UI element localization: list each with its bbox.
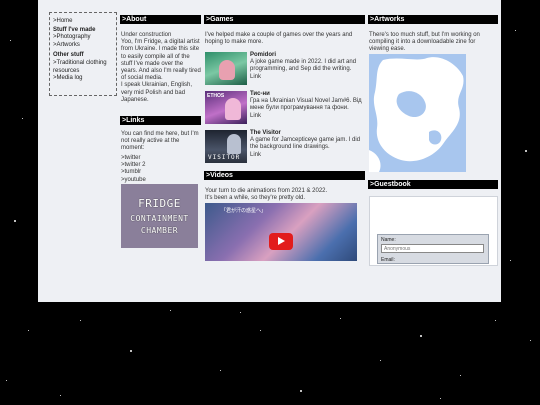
game-visitor-desc: A game for Jamсерticeye game jam. I did … xyxy=(250,137,361,151)
youtube-link[interactable]: >youtube xyxy=(121,177,201,184)
badge-line-2: CONTAINMENT xyxy=(130,214,189,223)
game2-title: Тис-ни xyxy=(250,91,270,97)
links-intro: You can find me here, but I'm not really… xyxy=(121,131,199,152)
nav-artworks-link[interactable]: >Artworks xyxy=(53,42,114,50)
artworks-header: >Artworks xyxy=(368,15,498,24)
videos-line-2: It's been a while, so they're pretty old… xyxy=(205,195,306,202)
fridge-containment-badge[interactable]: FRIDGE CONTAINMENT CHAMBER xyxy=(121,184,198,248)
nav-home-link[interactable]: >Home xyxy=(53,18,114,26)
game-pomidori-desc: A joke game made in 2022. I did art and … xyxy=(250,59,357,73)
game2-thumb-text: ETHOS xyxy=(207,93,225,99)
game-pomidori: Pomidori A joke game made in 2022. I did… xyxy=(250,52,362,81)
nav-photography-link[interactable]: >Photography xyxy=(53,34,114,42)
game-pomidori-link[interactable]: Link xyxy=(250,74,362,81)
name-input[interactable] xyxy=(381,244,484,253)
game2-thumbnail[interactable]: ETHOS xyxy=(205,91,247,124)
badge-line-3: CHAMBER xyxy=(140,226,179,235)
video-title: 「君が汗の惑星へ」 xyxy=(221,208,267,214)
guestbook-form: Name: Email: xyxy=(377,234,489,264)
about-text: Under construction Yoo, I'm Fridge, a di… xyxy=(121,32,201,103)
artworks-map-image[interactable] xyxy=(369,54,466,172)
name-label: Name: xyxy=(381,237,396,243)
game-visitor: The Visitor A game for Jamсерticeye game… xyxy=(250,130,362,159)
nav-clothing-link[interactable]: >Traditional clothing resources xyxy=(53,60,114,75)
game-pomidori-title: Pomidori xyxy=(250,52,277,58)
game-visitor-link[interactable]: Link xyxy=(250,152,362,159)
video-embed[interactable]: 「君が汗の惑星へ」 xyxy=(205,203,357,261)
twitter-link[interactable]: >twitter xyxy=(121,155,201,162)
links-header: >Links xyxy=(120,116,201,125)
games-intro: I've helped make a couple of games over … xyxy=(205,32,353,46)
tumblr-link[interactable]: >tumblr xyxy=(121,169,201,176)
nav-menu: >Home Stuff I've made >Photography >Artw… xyxy=(49,12,117,96)
about-header: >About xyxy=(120,15,201,24)
game2-desc: Гра на Ukrainian Visual Novel Jam#6. Від… xyxy=(250,98,362,112)
guestbook-header: >Guestbook xyxy=(368,180,498,189)
nav-medialog-link[interactable]: >Media log xyxy=(53,75,114,83)
links-list: >twitter >twitter 2 >tumblr >youtube xyxy=(121,155,201,184)
nav-section-other: Other stuff xyxy=(53,52,84,59)
visitor-thumb-text: VISITOR xyxy=(208,154,241,161)
game-2: Тис-ни Гра на Ukrainian Visual Novel Jam… xyxy=(250,91,362,120)
youtube-play-icon[interactable] xyxy=(269,233,293,250)
email-label: Email: xyxy=(381,257,395,263)
game2-link[interactable]: Link xyxy=(250,113,362,120)
pomidori-thumbnail[interactable] xyxy=(205,52,247,85)
artworks-text: There's too much stuff, but I'm working … xyxy=(369,32,480,53)
games-header: >Games xyxy=(204,15,365,24)
twitter2-link[interactable]: >twitter 2 xyxy=(121,162,201,169)
visitor-thumbnail[interactable]: VISITOR xyxy=(205,130,247,163)
nav-section-made: Stuff I've made xyxy=(53,26,96,33)
videos-header: >Videos xyxy=(204,171,365,180)
videos-line-1: Your turn to die animations from 2021 & … xyxy=(205,188,328,194)
main-panel: >Home Stuff I've made >Photography >Artw… xyxy=(38,0,501,302)
videos-text: Your turn to die animations from 2021 & … xyxy=(205,188,365,202)
game-visitor-title: The Visitor xyxy=(250,130,281,136)
badge-line-1: FRIDGE xyxy=(138,197,181,210)
